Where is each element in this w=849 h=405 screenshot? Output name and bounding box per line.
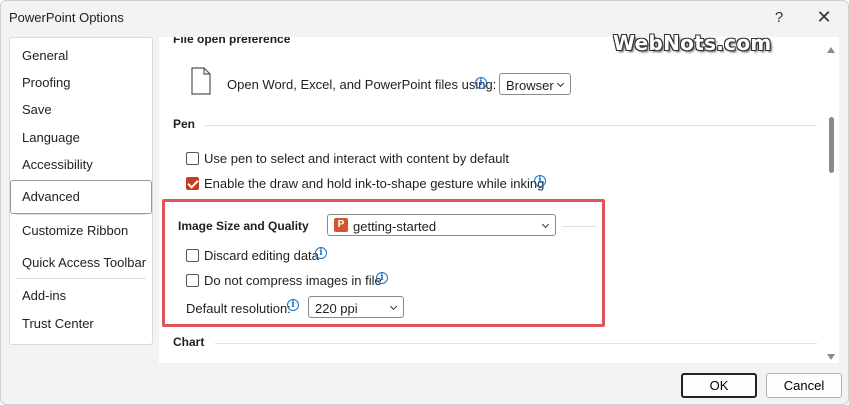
sidebar-item-advanced[interactable]: Advanced xyxy=(22,189,80,204)
section-heading-pen: Pen xyxy=(173,117,196,131)
options-content-pane: File open preference Open Word, Excel, a… xyxy=(159,37,823,363)
title-bar: PowerPoint Options ? ✕ xyxy=(1,1,848,33)
info-icon: i xyxy=(287,299,299,311)
options-sidebar: General Proofing Save Language Accessibi… xyxy=(9,37,153,345)
sidebar-item-save[interactable]: Save xyxy=(22,102,52,117)
ink-to-shape-label: Enable the draw and hold ink-to-shape ge… xyxy=(204,176,545,191)
sidebar-separator xyxy=(16,214,146,215)
sidebar-item-add-ins[interactable]: Add-ins xyxy=(22,288,66,303)
cancel-button[interactable]: Cancel xyxy=(766,373,842,398)
help-button[interactable]: ? xyxy=(765,5,793,29)
chevron-down-icon xyxy=(389,302,398,311)
default-resolution-value: 220 ppi xyxy=(315,301,358,316)
webnots-watermark: WebNots.com xyxy=(613,31,772,55)
info-icon: i xyxy=(534,175,546,187)
sidebar-item-general[interactable]: General xyxy=(22,48,68,63)
dialog-title: PowerPoint Options xyxy=(9,10,124,25)
image-size-heading-text: Image Size and Quality xyxy=(178,219,309,233)
section-divider xyxy=(215,343,817,344)
sidebar-item-proofing[interactable]: Proofing xyxy=(22,75,70,90)
info-icon: i xyxy=(376,272,388,284)
content-scrollbar[interactable] xyxy=(823,37,839,363)
default-resolution-label: Default resolution: xyxy=(186,301,291,316)
sidebar-item-language[interactable]: Language xyxy=(22,130,80,145)
sidebar-item-customize-ribbon[interactable]: Customize Ribbon xyxy=(22,223,128,238)
file-open-dropdown[interactable]: Browser xyxy=(499,73,571,95)
sidebar-item-accessibility[interactable]: Accessibility xyxy=(22,157,93,172)
ink-to-shape-checkbox[interactable] xyxy=(186,177,199,190)
scroll-thumb[interactable] xyxy=(829,117,834,173)
pen-select-label: Use pen to select and interact with cont… xyxy=(204,151,509,166)
sidebar-item-trust-center[interactable]: Trust Center xyxy=(22,316,94,331)
scroll-up-arrow-icon[interactable] xyxy=(827,47,835,53)
no-compress-label: Do not compress images in file xyxy=(204,273,382,288)
image-file-dropdown-value: getting-started xyxy=(353,219,437,234)
sidebar-separator xyxy=(16,278,146,279)
file-open-dropdown-value: Browser xyxy=(506,78,554,93)
section-heading-chart: Chart xyxy=(173,335,205,349)
ok-button[interactable]: OK xyxy=(681,373,757,398)
chevron-down-icon xyxy=(556,79,565,88)
section-heading-file-open: File open preference xyxy=(173,37,291,46)
info-icon: i xyxy=(475,77,487,89)
file-open-label: Open Word, Excel, and PowerPoint files u… xyxy=(227,77,497,92)
pen-select-checkbox[interactable] xyxy=(186,152,199,165)
scroll-down-arrow-icon[interactable] xyxy=(827,354,835,360)
chevron-down-icon xyxy=(541,220,550,229)
discard-editing-data-checkbox[interactable] xyxy=(186,249,199,262)
powerpoint-file-icon: P xyxy=(334,218,348,232)
info-icon: i xyxy=(315,247,327,259)
sidebar-item-quick-access-toolbar[interactable]: Quick Access Toolbar xyxy=(22,255,146,270)
section-divider xyxy=(205,125,817,126)
discard-editing-data-label: Discard editing data xyxy=(204,248,319,263)
no-compress-checkbox[interactable] xyxy=(186,274,199,287)
powerpoint-options-dialog: PowerPoint Options ? ✕ General Proofing … xyxy=(0,0,849,405)
default-resolution-dropdown[interactable]: 220 ppi xyxy=(308,296,404,318)
image-file-dropdown[interactable]: P getting-started xyxy=(327,214,556,236)
section-heading-image-size: Image Size and Quality xyxy=(178,219,309,233)
section-divider xyxy=(562,226,597,227)
close-button[interactable]: ✕ xyxy=(810,5,838,29)
document-icon xyxy=(191,67,211,95)
